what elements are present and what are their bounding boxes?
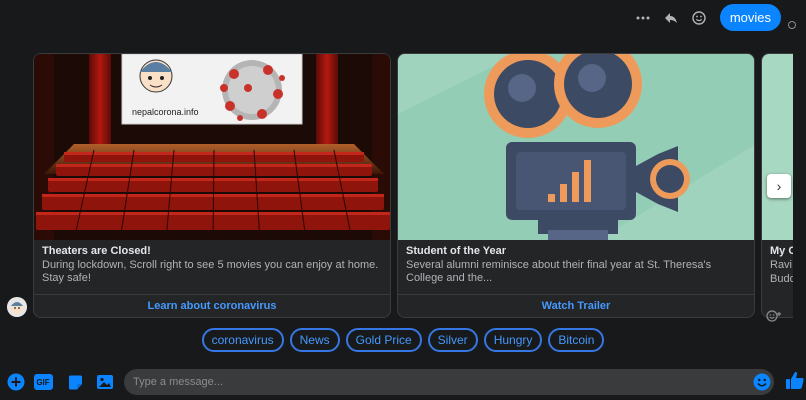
thumbs-up-icon[interactable] [784, 369, 806, 391]
message-actions: movies [632, 4, 796, 31]
add-reaction-icon[interactable] [766, 310, 782, 325]
more-icon[interactable] [632, 7, 654, 29]
card-body: Student of the Year Several alumni remin… [398, 240, 754, 295]
carousel-card: Student of the Year Several alumni remin… [397, 53, 755, 318]
quick-reply-silver[interactable]: Silver [427, 328, 478, 352]
seen-indicator-icon [788, 20, 796, 29]
carousel-card: nepalcorona.info Theaters are Closed! Du… [33, 53, 391, 318]
theater-image[interactable]: nepalcorona.info [34, 54, 390, 240]
sent-message-bubble[interactable]: movies [719, 4, 781, 31]
generic-template-carousel: nepalcorona.info Theaters are Closed! Du… [33, 53, 793, 319]
emoji-icon[interactable] [752, 372, 772, 392]
emoji-icon[interactable] [688, 7, 710, 29]
avatar [7, 297, 27, 317]
quick-reply-news[interactable]: News [289, 328, 340, 352]
card-subtitle: Several alumni reminisce about their fin… [406, 259, 712, 284]
message-composer: GIF [0, 366, 806, 400]
card-subtitle: Ravi [770, 259, 793, 271]
theater-illustration [34, 54, 390, 240]
learn-about-coronavirus-button[interactable]: Learn about coronavirus [34, 294, 390, 317]
sticker-icon[interactable] [65, 372, 85, 392]
quick-reply-bitcoin[interactable]: Bitcoin [548, 328, 605, 352]
plus-icon[interactable] [6, 372, 26, 392]
gif-icon[interactable]: GIF [33, 372, 53, 392]
card-subtitle: Budd [770, 273, 793, 285]
image-caption: nepalcorona.info [132, 107, 199, 117]
quick-replies: coronavirus News Gold Price Silver Hungr… [0, 328, 806, 352]
quick-reply-gold-price[interactable]: Gold Price [345, 328, 422, 352]
card-body: Theaters are Closed! During lockdown, Sc… [34, 240, 390, 295]
message-input[interactable] [124, 369, 774, 395]
quick-reply-coronavirus[interactable]: coronavirus [201, 328, 284, 352]
card-subtitle: During lockdown, Scroll right to see 5 m… [42, 259, 379, 284]
video-camera-illustration [398, 54, 754, 240]
camera-image[interactable] [398, 54, 754, 240]
reply-icon[interactable] [660, 7, 682, 29]
card-body: My C Ravi Budd [762, 240, 793, 295]
card-title: My C [770, 245, 793, 257]
image-icon[interactable] [95, 372, 115, 392]
chevron-right-icon[interactable]: › [767, 174, 791, 198]
gif-label: GIF [33, 374, 53, 390]
quick-reply-hungry[interactable]: Hungry [483, 328, 543, 352]
card-title: Theaters are Closed! [42, 245, 151, 257]
watch-trailer-button[interactable]: Watch Trailer [398, 294, 754, 317]
card-image[interactable] [762, 54, 793, 240]
card-title: Student of the Year [406, 245, 507, 257]
